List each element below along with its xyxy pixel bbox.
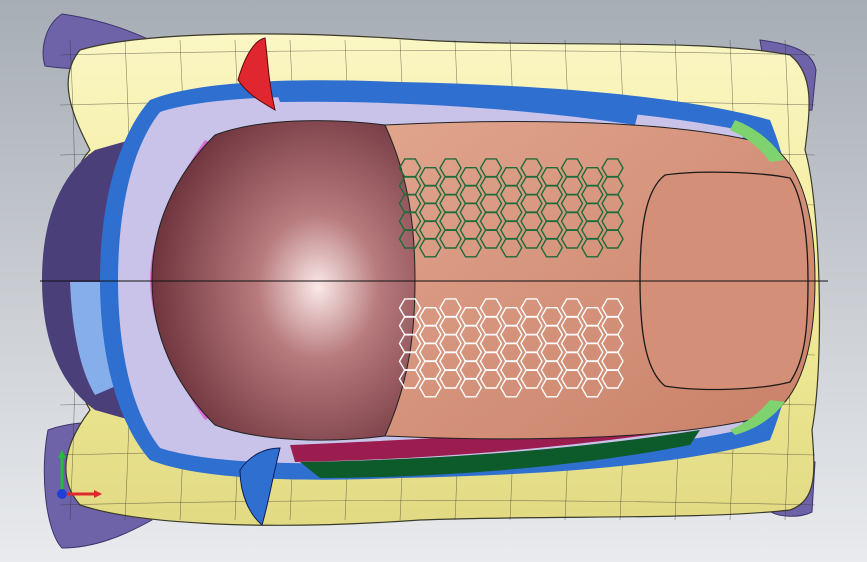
orientation-triad[interactable] (48, 448, 108, 508)
z-axis-icon (57, 489, 67, 499)
3d-viewport[interactable] (0, 0, 867, 562)
x-axis-arrow-icon (94, 490, 102, 498)
y-axis-arrow-icon (58, 450, 66, 458)
vehicle-model-view[interactable] (0, 0, 867, 562)
canopy-glass[interactable] (151, 120, 421, 441)
